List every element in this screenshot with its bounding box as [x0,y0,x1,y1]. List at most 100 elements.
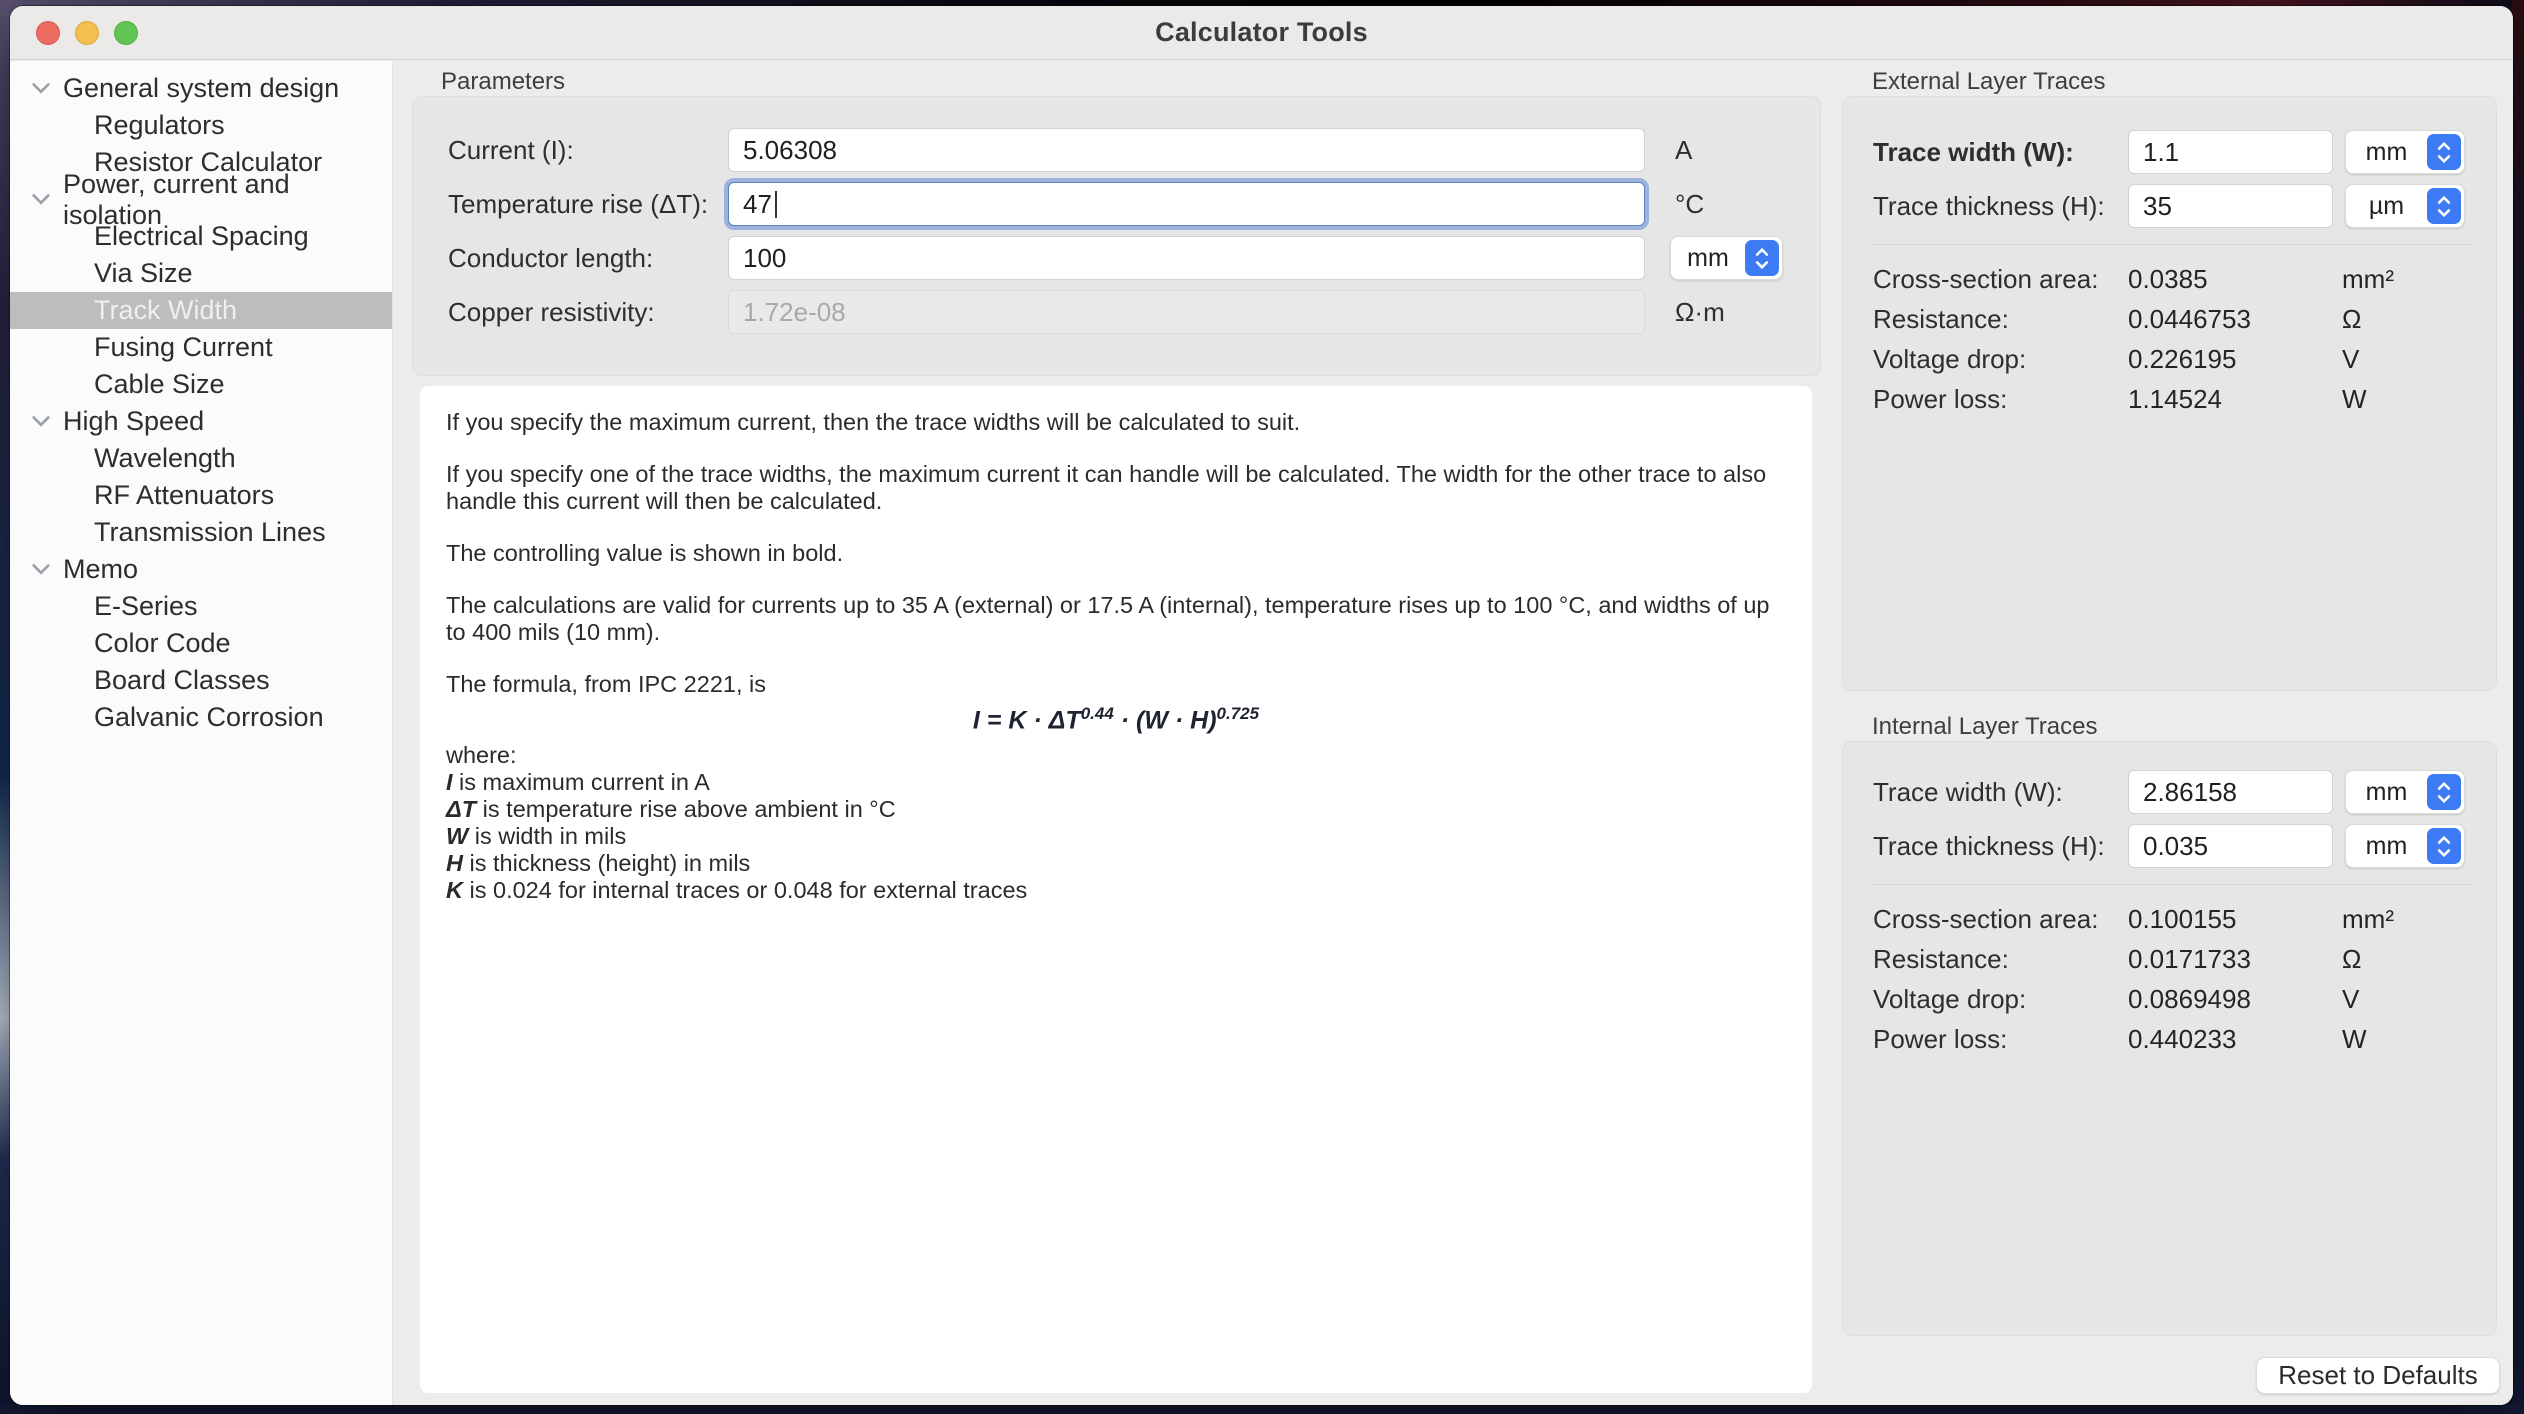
ext-area-unit: mm² [2342,264,2394,295]
ext-voltage-drop-unit: V [2342,344,2359,375]
int-trace-thickness-value: 0.035 [2143,831,2208,862]
formula-intro: The formula, from IPC 2221, is [446,671,1786,698]
sidebar-item-label: Color Code [94,628,231,659]
sidebar-item-fusing-current[interactable]: Fusing Current [10,329,392,366]
where-label: where: [446,742,1786,769]
formula-legend: where: I is maximum current in A ΔT is t… [446,742,1786,904]
chevron-down-icon[interactable] [31,192,57,208]
unit-label: mm [2346,778,2427,807]
int-power-loss-label: Power loss: [1873,1024,2128,1055]
ipc2221-formula: I = K · ΔT0.44 · (W · H)0.725 [446,700,1786,734]
minimize-button[interactable] [75,21,99,45]
zoom-button[interactable] [114,21,138,45]
chevron-down-icon[interactable] [31,414,57,430]
int-area-unit: mm² [2342,904,2394,935]
int-trace-thickness-unit-dropdown[interactable]: mm [2345,824,2465,868]
int-trace-width-value: 2.86158 [2143,777,2237,808]
sidebar-item-memo[interactable]: Memo [10,551,392,588]
titlebar[interactable]: Calculator Tools [10,6,2513,60]
window-title: Calculator Tools [1155,17,1368,48]
sidebar-item-rf-attenuators[interactable]: RF Attenuators [10,477,392,514]
help-paragraph: If you specify one of the trace widths, … [446,461,1786,515]
int-trace-thickness-label: Trace thickness (H): [1873,831,2128,862]
int-trace-width-input[interactable]: 2.86158 [2128,770,2333,814]
sidebar-item-label: High Speed [63,406,204,437]
unit-label: µm [2346,192,2427,221]
conductor-length-input[interactable]: 100 [728,236,1645,280]
int-voltage-drop-label: Voltage drop: [1873,984,2128,1015]
ext-voltage-drop-value: 0.226195 [2128,344,2342,375]
ext-trace-thickness-unit-dropdown[interactable]: µm [2345,184,2465,228]
sidebar-item-galvanic-corrosion[interactable]: Galvanic Corrosion [10,699,392,736]
legend-line: H is thickness (height) in mils [446,850,1786,877]
help-paragraph: The controlling value is shown in bold. [446,540,1786,567]
int-trace-width-label: Trace width (W): [1873,777,2128,808]
sidebar-item-transmission-lines[interactable]: Transmission Lines [10,514,392,551]
current-unit: A [1675,135,1692,166]
sidebar-item-cable-size[interactable]: Cable Size [10,366,392,403]
ext-area-value: 0.0385 [2128,264,2342,295]
stepper-icon [1745,240,1779,276]
current-value: 5.06308 [743,135,837,166]
sidebar-item-e-series[interactable]: E-Series [10,588,392,625]
int-area-value: 0.100155 [2128,904,2342,935]
sidebar-item-label: Board Classes [94,665,270,696]
sidebar-item-wavelength[interactable]: Wavelength [10,440,392,477]
legend-line: W is width in mils [446,823,1786,850]
conductor-length-unit-dropdown[interactable]: mm [1670,236,1783,280]
reset-to-defaults-button[interactable]: Reset to Defaults [2256,1357,2500,1394]
divider [1873,244,2472,245]
sidebar-item-label: Wavelength [94,443,236,474]
sidebar-item-color-code[interactable]: Color Code [10,625,392,662]
sidebar-item-high-speed[interactable]: High Speed [10,403,392,440]
ext-resistance-label: Resistance: [1873,304,2128,335]
sidebar-item-board-classes[interactable]: Board Classes [10,662,392,699]
sidebar-item-general-system-design[interactable]: General system design [10,70,392,107]
sidebar-item-label: Memo [63,554,138,585]
sidebar-item-regulators[interactable]: Regulators [10,107,392,144]
internal-layer-traces-heading: Internal Layer Traces [1872,713,2097,741]
int-trace-thickness-input[interactable]: 0.035 [2128,824,2333,868]
sidebar-item-via-size[interactable]: Via Size [10,255,392,292]
stepper-icon [2427,828,2461,864]
close-button[interactable] [36,21,60,45]
ext-power-loss-value: 1.14524 [2128,384,2342,415]
desktop-wallpaper-right [2512,0,2524,1414]
external-layer-traces-group: Trace width (W): 1.1 mm Trace thickness … [1842,96,2497,691]
ext-trace-width-input[interactable]: 1.1 [2128,130,2333,174]
internal-layer-traces-group: Trace width (W): 2.86158 mm Trace thickn… [1842,741,2497,1336]
ext-area-label: Cross-section area: [1873,264,2128,295]
ext-trace-width-value: 1.1 [2143,137,2179,168]
sidebar-item-label: General system design [63,73,339,104]
ext-trace-thickness-input[interactable]: 35 [2128,184,2333,228]
int-voltage-drop-value: 0.0869498 [2128,984,2342,1015]
sidebar-item-power-current-and-isolation[interactable]: Power, current and isolation [10,181,392,218]
ext-trace-thickness-value: 35 [2143,191,2172,222]
unit-label: mm [2346,138,2427,167]
chevron-down-icon[interactable] [31,562,57,578]
temperature-rise-value: 47 [743,189,772,220]
sidebar-item-label: E-Series [94,591,198,622]
unit-label: mm [1671,244,1745,273]
current-input[interactable]: 5.06308 [728,128,1645,172]
sidebar-item-label: Track Width [94,295,237,326]
sidebar-item-track-width[interactable]: Track Width [10,292,392,329]
ext-trace-width-unit-dropdown[interactable]: mm [2345,130,2465,174]
stepper-icon [2427,774,2461,810]
current-label: Current (I): [448,135,728,166]
int-resistance-value: 0.0171733 [2128,944,2342,975]
track-width-panel: Parameters Current (I): 5.06308 A Temper… [393,61,2513,1405]
ext-resistance-value: 0.0446753 [2128,304,2342,335]
int-power-loss-value: 0.440233 [2128,1024,2342,1055]
int-trace-width-unit-dropdown[interactable]: mm [2345,770,2465,814]
sidebar-item-label: Galvanic Corrosion [94,702,324,733]
chevron-down-icon[interactable] [31,81,57,97]
ext-trace-thickness-label: Trace thickness (H): [1873,191,2128,222]
temperature-rise-input[interactable]: 47 [728,182,1645,226]
conductor-length-value: 100 [743,243,786,274]
parameters-group: Current (I): 5.06308 A Temperature rise … [412,96,1821,376]
legend-line: ΔT is temperature rise above ambient in … [446,796,1786,823]
calculator-tools-window: Calculator Tools General system design R… [10,6,2513,1405]
sidebar-item-label: Cable Size [94,369,225,400]
sidebar-item-electrical-spacing[interactable]: Electrical Spacing [10,218,392,255]
